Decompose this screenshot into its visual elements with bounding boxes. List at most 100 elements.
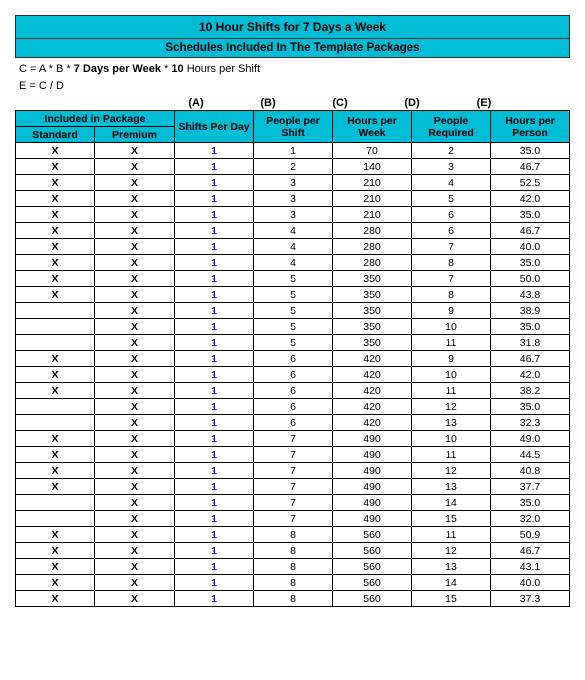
table-cell: 13 bbox=[412, 415, 491, 431]
table-cell: 5 bbox=[254, 335, 333, 351]
table-cell: 1 bbox=[175, 255, 254, 271]
header-row-1: Included in Package Shifts Per Day Peopl… bbox=[16, 111, 570, 127]
table-cell: X bbox=[94, 431, 174, 447]
table-cell: 1 bbox=[175, 383, 254, 399]
table-cell: 7 bbox=[412, 239, 491, 255]
table-cell: X bbox=[16, 367, 95, 383]
table-cell: 6 bbox=[254, 351, 333, 367]
table-cell: 11 bbox=[412, 335, 491, 351]
table-cell: 43.1 bbox=[491, 559, 570, 575]
table-cell bbox=[16, 319, 95, 335]
table-cell: 1 bbox=[175, 207, 254, 223]
table-row: XX13210542.0 bbox=[16, 191, 570, 207]
table-row: XX16420946.7 bbox=[16, 351, 570, 367]
table-cell: X bbox=[94, 575, 174, 591]
table-row: XX174901049.0 bbox=[16, 431, 570, 447]
table-cell: 350 bbox=[333, 303, 412, 319]
table-cell: X bbox=[16, 383, 95, 399]
table-cell: 5 bbox=[254, 271, 333, 287]
table-cell: 50.0 bbox=[491, 271, 570, 287]
table-row: XX185601537.3 bbox=[16, 591, 570, 607]
title-bar: 10 Hour Shifts for 7 Days a Week bbox=[15, 15, 570, 39]
table-cell: 35.0 bbox=[491, 495, 570, 511]
table-cell: X bbox=[94, 527, 174, 543]
table-cell: X bbox=[94, 399, 174, 415]
table-cell: 11 bbox=[412, 527, 491, 543]
table-cell: 420 bbox=[333, 415, 412, 431]
table-cell: 1 bbox=[175, 479, 254, 495]
table-cell: 1 bbox=[175, 575, 254, 591]
table-cell: 420 bbox=[333, 383, 412, 399]
table-cell: 420 bbox=[333, 399, 412, 415]
table-cell: X bbox=[94, 463, 174, 479]
table-cell: 35.0 bbox=[491, 319, 570, 335]
table-cell: 49.0 bbox=[491, 431, 570, 447]
table-cell: 490 bbox=[333, 447, 412, 463]
table-cell: 42.0 bbox=[491, 191, 570, 207]
table-cell: X bbox=[94, 415, 174, 431]
table-cell: X bbox=[16, 431, 95, 447]
schedule-table: Included in Package Shifts Per Day Peopl… bbox=[15, 110, 570, 607]
table-cell: 5 bbox=[254, 303, 333, 319]
table-cell: 9 bbox=[412, 303, 491, 319]
table-cell: 1 bbox=[175, 415, 254, 431]
table-cell: X bbox=[94, 447, 174, 463]
table-cell: 490 bbox=[333, 479, 412, 495]
table-cell: 32.3 bbox=[491, 415, 570, 431]
table-cell: 3 bbox=[254, 175, 333, 191]
header-people-req: People Required bbox=[412, 111, 491, 143]
table-cell: 6 bbox=[254, 415, 333, 431]
table-cell: 560 bbox=[333, 591, 412, 607]
col-label-d: (D) bbox=[376, 97, 448, 109]
table-cell: 10 bbox=[412, 319, 491, 335]
table-cell: 420 bbox=[333, 351, 412, 367]
table-cell: X bbox=[94, 191, 174, 207]
table-cell: 3 bbox=[254, 191, 333, 207]
table-cell: 46.7 bbox=[491, 223, 570, 239]
header-hours-week: Hours per Week bbox=[333, 111, 412, 143]
table-cell: 42.0 bbox=[491, 367, 570, 383]
table-cell: 1 bbox=[175, 511, 254, 527]
table-cell: 11 bbox=[412, 383, 491, 399]
table-cell: 46.7 bbox=[491, 351, 570, 367]
table-cell bbox=[16, 415, 95, 431]
table-cell: X bbox=[16, 223, 95, 239]
table-cell: 560 bbox=[333, 543, 412, 559]
table-cell: 13 bbox=[412, 559, 491, 575]
table-row: X164201235.0 bbox=[16, 399, 570, 415]
formula2: E = C / D bbox=[19, 78, 566, 95]
table-cell: X bbox=[94, 159, 174, 175]
table-cell: X bbox=[94, 511, 174, 527]
table-cell: 1 bbox=[175, 175, 254, 191]
table-cell: X bbox=[94, 559, 174, 575]
table-cell: X bbox=[94, 495, 174, 511]
table-cell: 350 bbox=[333, 287, 412, 303]
table-cell: 420 bbox=[333, 367, 412, 383]
table-row: XX174901337.7 bbox=[16, 479, 570, 495]
table-cell: X bbox=[94, 303, 174, 319]
header-standard: Standard bbox=[16, 127, 95, 143]
table-cell bbox=[16, 303, 95, 319]
table-row: XX164201138.2 bbox=[16, 383, 570, 399]
table-row: XX1170235.0 bbox=[16, 143, 570, 159]
table-cell: 490 bbox=[333, 463, 412, 479]
table-row: XX174901240.8 bbox=[16, 463, 570, 479]
table-row: XX185601150.9 bbox=[16, 527, 570, 543]
table-cell: 43.8 bbox=[491, 287, 570, 303]
table-cell: 4 bbox=[254, 223, 333, 239]
table-cell: 1 bbox=[175, 303, 254, 319]
table-cell: X bbox=[16, 255, 95, 271]
table-cell: 1 bbox=[175, 591, 254, 607]
table-cell: X bbox=[94, 239, 174, 255]
table-cell: X bbox=[16, 447, 95, 463]
table-cell: 1 bbox=[175, 559, 254, 575]
table-cell: 350 bbox=[333, 319, 412, 335]
table-cell: X bbox=[16, 527, 95, 543]
table-cell: X bbox=[94, 271, 174, 287]
table-cell: 1 bbox=[175, 287, 254, 303]
table-cell: 490 bbox=[333, 495, 412, 511]
header-people-shift: People per Shift bbox=[254, 111, 333, 143]
col-label-c: (C) bbox=[304, 97, 376, 109]
table-cell: 5 bbox=[254, 287, 333, 303]
table-cell: 70 bbox=[333, 143, 412, 159]
